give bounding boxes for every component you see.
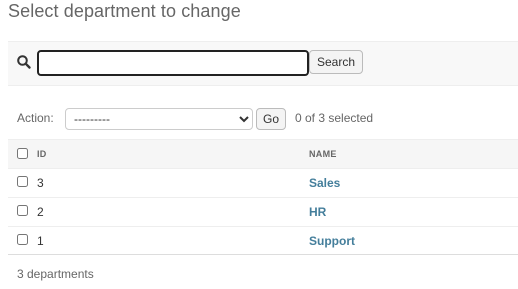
row-id: 2 [37,197,309,227]
search-button[interactable]: Search [309,50,364,74]
table-row: 2 HR [8,197,518,227]
go-button[interactable]: Go [256,108,287,130]
row-name-cell: HR [309,197,518,227]
select-all-cell [8,139,37,169]
department-link[interactable]: Sales [309,176,340,190]
search-toolbar: Search [8,41,518,86]
row-id: 3 [37,168,309,198]
search-input[interactable] [37,50,309,76]
column-header-id[interactable]: ID [37,139,309,169]
row-select-cell [8,226,37,256]
select-all-checkbox[interactable] [17,147,28,159]
row-select-cell [8,197,37,227]
row-id: 1 [37,226,309,256]
table-header-row: ID NAME [8,139,518,169]
column-header-id-label: ID [37,149,47,159]
column-header-name-label: NAME [309,149,337,159]
department-link[interactable]: HR [309,205,326,219]
row-checkbox[interactable] [17,176,28,187]
department-link[interactable]: Support [309,234,355,248]
table-row: 1 Support [8,226,518,256]
action-select[interactable]: --------- [65,108,253,130]
actions-bar: Action: --------- Go 0 of 3 selected [8,104,518,134]
search-icon [16,54,32,70]
results-table: ID NAME 3 Sales 2 HR 1 Support [8,139,518,256]
row-checkbox[interactable] [17,205,28,216]
row-name-cell: Support [309,226,518,256]
row-name-cell: Sales [309,168,518,198]
table-row: 3 Sales [8,168,518,198]
column-header-name[interactable]: NAME [309,139,518,169]
result-count: 3 departments [17,267,94,281]
paginator: 3 departments [8,254,518,289]
row-select-cell [8,168,37,198]
selected-count: 0 of 3 selected [295,111,374,125]
page-title: Select department to change [8,1,241,21]
action-label: Action: [17,111,54,125]
row-checkbox[interactable] [17,234,28,245]
